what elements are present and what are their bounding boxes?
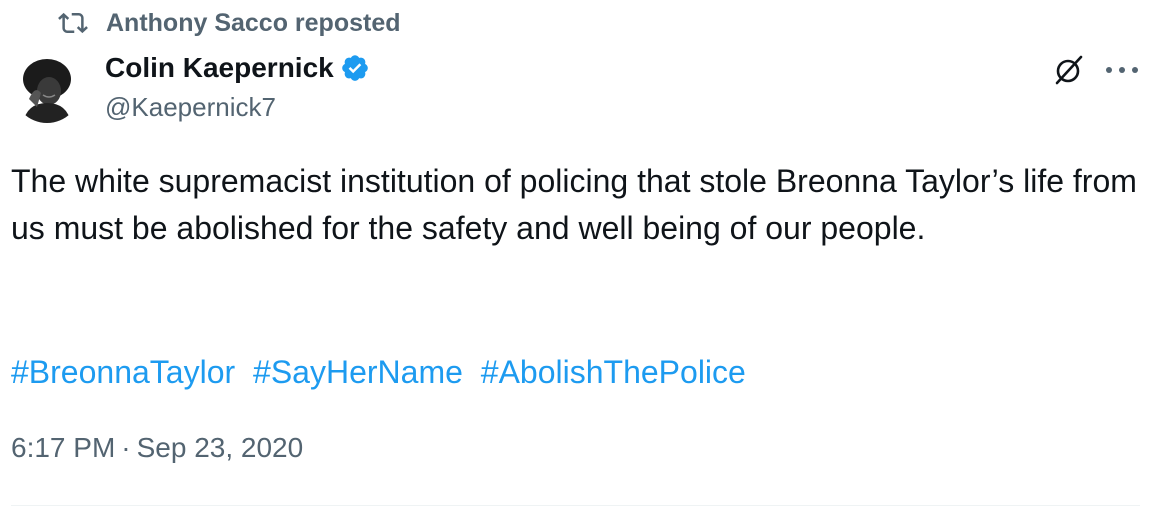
- tweet-time: 6:17 PM: [11, 432, 116, 463]
- tweet-timestamp[interactable]: 6:17 PM · Sep 23, 2020: [11, 428, 303, 468]
- hashtag-list: #BreonnaTaylor #SayHerName #AbolishThePo…: [11, 349, 755, 396]
- author-block: Colin Kaepernick @Kaepernick7: [105, 50, 372, 123]
- tweet-date: Sep 23, 2020: [136, 432, 304, 463]
- hashtag-link[interactable]: #AbolishThePolice: [481, 354, 746, 390]
- verified-badge-icon[interactable]: [340, 52, 372, 84]
- repost-icon: [58, 8, 88, 38]
- meta-separator: ·: [121, 432, 131, 463]
- more-options-icon[interactable]: [1102, 56, 1142, 84]
- repost-context[interactable]: Anthony Sacco reposted: [58, 6, 401, 40]
- tweet-text: The white supremacist institution of pol…: [11, 163, 1137, 246]
- repost-text: Anthony Sacco reposted: [106, 8, 401, 37]
- grok-icon[interactable]: [1052, 53, 1086, 87]
- hashtag-link[interactable]: #SayHerName: [253, 354, 463, 390]
- avatar[interactable]: [13, 55, 81, 123]
- author-handle[interactable]: @Kaepernick7: [105, 92, 372, 123]
- divider: [11, 505, 1140, 506]
- author-display-name[interactable]: Colin Kaepernick: [105, 52, 334, 84]
- hashtag-link[interactable]: #BreonnaTaylor: [11, 354, 235, 390]
